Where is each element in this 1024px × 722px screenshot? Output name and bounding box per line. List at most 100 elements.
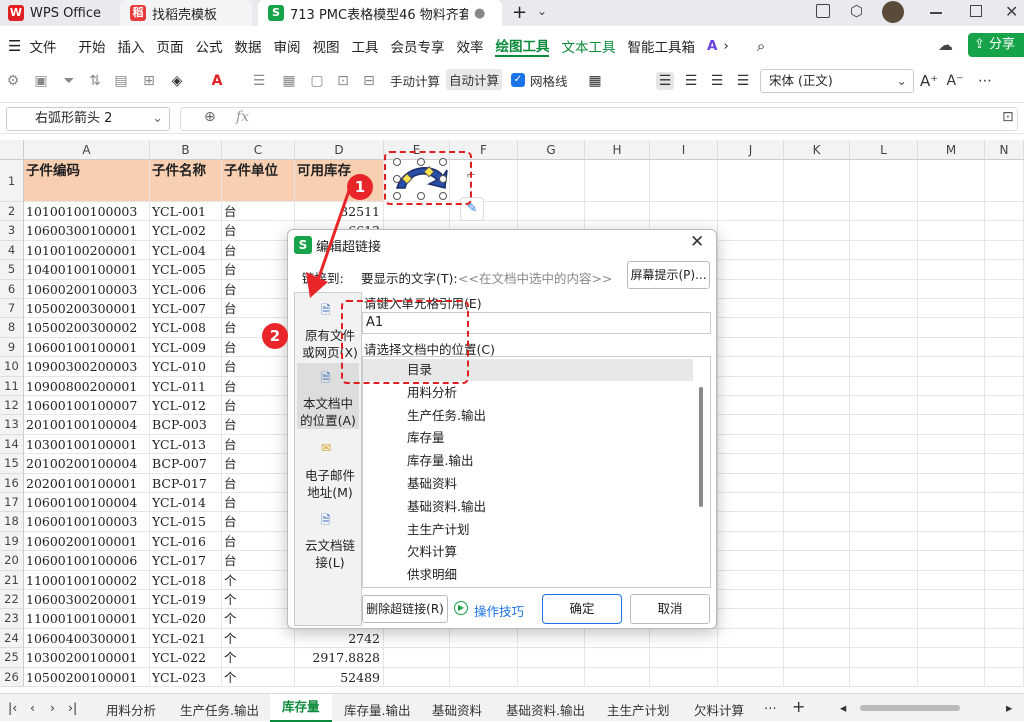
cube-icon[interactable]: ⬡	[850, 2, 863, 20]
table-cell[interactable]: YCL-022	[150, 648, 222, 668]
table-cell[interactable]: 10900300200003	[24, 357, 150, 377]
name-box[interactable]: 右弧形箭头 2 ⌄	[6, 107, 170, 131]
table-cell[interactable]: YCL-005	[150, 260, 222, 280]
table-cell[interactable]	[985, 551, 1024, 571]
table-cell[interactable]: 10600100100001	[24, 337, 150, 358]
table-cell[interactable]: 52489	[295, 667, 384, 687]
table-cell[interactable]: BCP-003	[150, 415, 222, 435]
table-cell[interactable]	[784, 221, 850, 241]
table-cell[interactable]: 台	[222, 240, 295, 261]
table-cell[interactable]	[850, 493, 918, 513]
row-header[interactable]: 8	[0, 318, 24, 338]
table-cell[interactable]	[918, 415, 985, 435]
table-cell[interactable]	[850, 454, 918, 474]
remove-link-button[interactable]: 删除超链接(R)	[362, 595, 448, 623]
table-cell[interactable]	[450, 628, 518, 649]
table-cell[interactable]	[918, 434, 985, 455]
table-cell[interactable]	[985, 221, 1024, 241]
table-cell[interactable]: 10600200100001	[24, 531, 150, 552]
table-cell[interactable]	[718, 337, 784, 358]
expand-formula-icon[interactable]: ⊡	[1002, 109, 1014, 125]
tab-spreadsheet[interactable]: S 713 PMC表格模型46 物料齐套欠 ●	[258, 0, 502, 26]
table-cell[interactable]	[850, 240, 918, 261]
table-cell[interactable]	[585, 628, 650, 649]
table-cell[interactable]: 个	[222, 609, 295, 629]
table-cell[interactable]: 个	[222, 667, 295, 687]
table-cell[interactable]	[985, 493, 1024, 513]
chevron-right-icon[interactable]: ›	[723, 38, 728, 54]
table-cell[interactable]	[718, 590, 784, 610]
table-cell[interactable]	[850, 570, 918, 590]
table-cell[interactable]	[850, 531, 918, 552]
menu-text-tools[interactable]: 文本工具	[561, 36, 615, 56]
formula-input[interactable]	[180, 107, 1018, 131]
sheet-tab[interactable]: 欠料计算	[694, 700, 744, 719]
table-cell[interactable]	[518, 202, 585, 222]
location-item[interactable]: 主生产计划	[407, 519, 470, 541]
menu-review[interactable]: 审阅	[273, 36, 300, 56]
table-cell[interactable]	[850, 551, 918, 571]
close-icon[interactable]: ✕	[690, 232, 704, 252]
sheet-tab[interactable]: 生产任务.输出	[180, 700, 259, 719]
row-header[interactable]: 26	[0, 667, 24, 687]
table-cell[interactable]	[784, 376, 850, 396]
decrease-font-icon[interactable]: A⁻	[946, 72, 964, 90]
table-cell[interactable]: 20100100100004	[24, 415, 150, 435]
menu-drawing-tools[interactable]: 绘图工具	[495, 35, 550, 57]
table-cell[interactable]: 10600300100001	[24, 221, 150, 241]
next-sheet-icon[interactable]: ›	[50, 700, 55, 715]
filter-icon[interactable]: ⏷	[60, 72, 78, 90]
table-cell[interactable]	[518, 648, 585, 668]
table-cell[interactable]: YCL-006	[150, 279, 222, 299]
menu-page[interactable]: 页面	[156, 36, 183, 56]
gridlines-checkbox[interactable]: ✓	[511, 73, 525, 87]
scroll-right-icon[interactable]: ▸	[1006, 700, 1012, 715]
column-header[interactable]: D	[295, 140, 384, 160]
table-cell[interactable]	[850, 279, 918, 299]
table-cell[interactable]	[918, 337, 985, 358]
tab-wps-office[interactable]: W WPS Office	[8, 0, 101, 26]
table-cell[interactable]: YCL-023	[150, 667, 222, 687]
table-cell[interactable]	[784, 609, 850, 629]
table-cell[interactable]	[850, 648, 918, 668]
table-cell[interactable]: 台	[222, 531, 295, 552]
table-cell[interactable]	[985, 473, 1024, 493]
column-header[interactable]: M	[918, 140, 985, 160]
table-cell[interactable]: 台	[222, 415, 295, 435]
fill-color-icon[interactable]: ◈	[168, 72, 186, 90]
table-cell[interactable]: 个	[222, 648, 295, 668]
row-header[interactable]: 13	[0, 415, 24, 435]
screen-tip-button[interactable]: 屏幕提示(P)...	[627, 261, 710, 289]
row-header[interactable]: 17	[0, 493, 24, 513]
table-cell[interactable]	[718, 357, 784, 377]
merge-icon[interactable]: ▦	[280, 72, 298, 90]
row-header[interactable]: 23	[0, 609, 24, 629]
table-cell[interactable]	[384, 628, 450, 649]
table-cell[interactable]: YCL-011	[150, 376, 222, 396]
table-cell[interactable]: 台	[222, 357, 295, 377]
search-icon[interactable]: ⌕	[757, 37, 765, 55]
table-cell[interactable]: 台	[222, 376, 295, 396]
table-cell[interactable]	[918, 609, 985, 629]
table-cell[interactable]	[918, 318, 985, 338]
table-cell[interactable]: YCL-007	[150, 299, 222, 319]
column-header[interactable]: L	[850, 140, 918, 160]
hamburger-icon[interactable]: ☰	[8, 37, 21, 55]
table-cell[interactable]	[850, 260, 918, 280]
table-cell[interactable]: YCL-004	[150, 240, 222, 261]
table-cell[interactable]	[985, 648, 1024, 668]
menu-view[interactable]: 视图	[312, 36, 339, 56]
table-cell[interactable]	[718, 376, 784, 396]
table-cell[interactable]: 台	[222, 299, 295, 319]
calc-icon[interactable]: ⊟	[360, 72, 378, 90]
table-cell[interactable]	[718, 551, 784, 571]
table-cell[interactable]	[585, 160, 650, 202]
row-header[interactable]: 14	[0, 434, 24, 455]
menu-efficiency[interactable]: 效率	[456, 36, 483, 56]
table-cell[interactable]: 台	[222, 279, 295, 299]
table-cell[interactable]	[784, 512, 850, 532]
table-cell[interactable]	[718, 221, 784, 241]
table-cell[interactable]	[918, 531, 985, 552]
table-cell[interactable]	[918, 240, 985, 261]
table-style-icon[interactable]: ▢	[308, 72, 326, 90]
